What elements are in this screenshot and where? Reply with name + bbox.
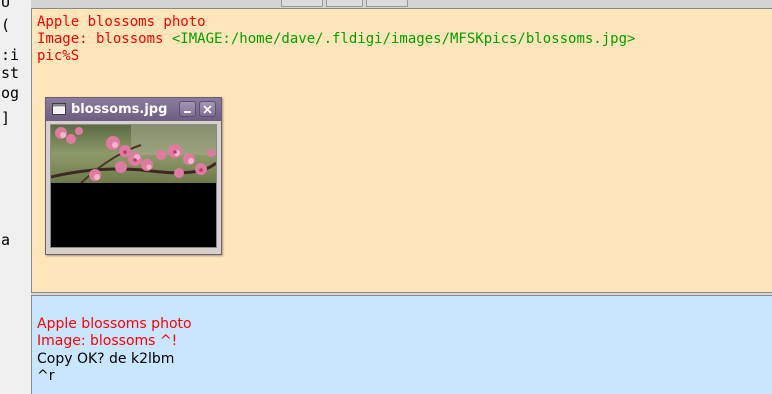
- window-icon: [52, 103, 66, 115]
- toolbar-segment[interactable]: [281, 0, 323, 7]
- tx-line: ^r: [37, 368, 55, 384]
- rx-line: Apple blossoms photo: [37, 14, 206, 30]
- fldigi-window: U ( :i st og ] a Apple blossoms photo Im…: [0, 0, 772, 394]
- background-text: og: [1, 84, 20, 102]
- tx-line: Apple blossoms photo: [37, 316, 192, 332]
- blossom-photo: [51, 125, 216, 183]
- close-button[interactable]: [199, 101, 216, 117]
- image-viewer-window[interactable]: blossoms.jpg: [45, 97, 222, 255]
- minimize-button[interactable]: [179, 101, 196, 117]
- image-window-titlebar[interactable]: blossoms.jpg: [46, 98, 221, 121]
- background-text: (: [1, 16, 11, 34]
- rx-line: pic%S: [37, 48, 80, 64]
- toolbar-segment[interactable]: [366, 0, 408, 7]
- image-window-title: blossoms.jpg: [71, 102, 168, 117]
- toolbar-segment[interactable]: [326, 0, 363, 7]
- image-canvas: [50, 124, 217, 248]
- rx-image-label: Image: blossoms: [37, 31, 172, 47]
- tx-line: Image: blossoms ^!: [37, 333, 178, 349]
- background-window-strip: U ( :i st og ] a: [0, 0, 31, 394]
- background-text: ]: [1, 109, 11, 127]
- transmit-text-pane[interactable]: Apple blossoms photo Image: blossoms ^! …: [31, 296, 772, 394]
- rx-line: Image: blossoms <IMAGE:/home/dave/.fldig…: [37, 31, 635, 48]
- background-text: :i: [1, 46, 20, 64]
- background-text: st: [1, 64, 20, 82]
- background-text: U: [1, 0, 11, 11]
- close-icon: [203, 105, 212, 114]
- top-toolbar-edge: [31, 0, 772, 9]
- tx-line: Copy OK? de k2lbm: [37, 351, 175, 367]
- minimize-icon: [184, 111, 191, 113]
- rx-image-path: <IMAGE:/home/dave/.fldigi/images/MFSKpic…: [171, 31, 636, 47]
- background-text: a: [1, 231, 11, 249]
